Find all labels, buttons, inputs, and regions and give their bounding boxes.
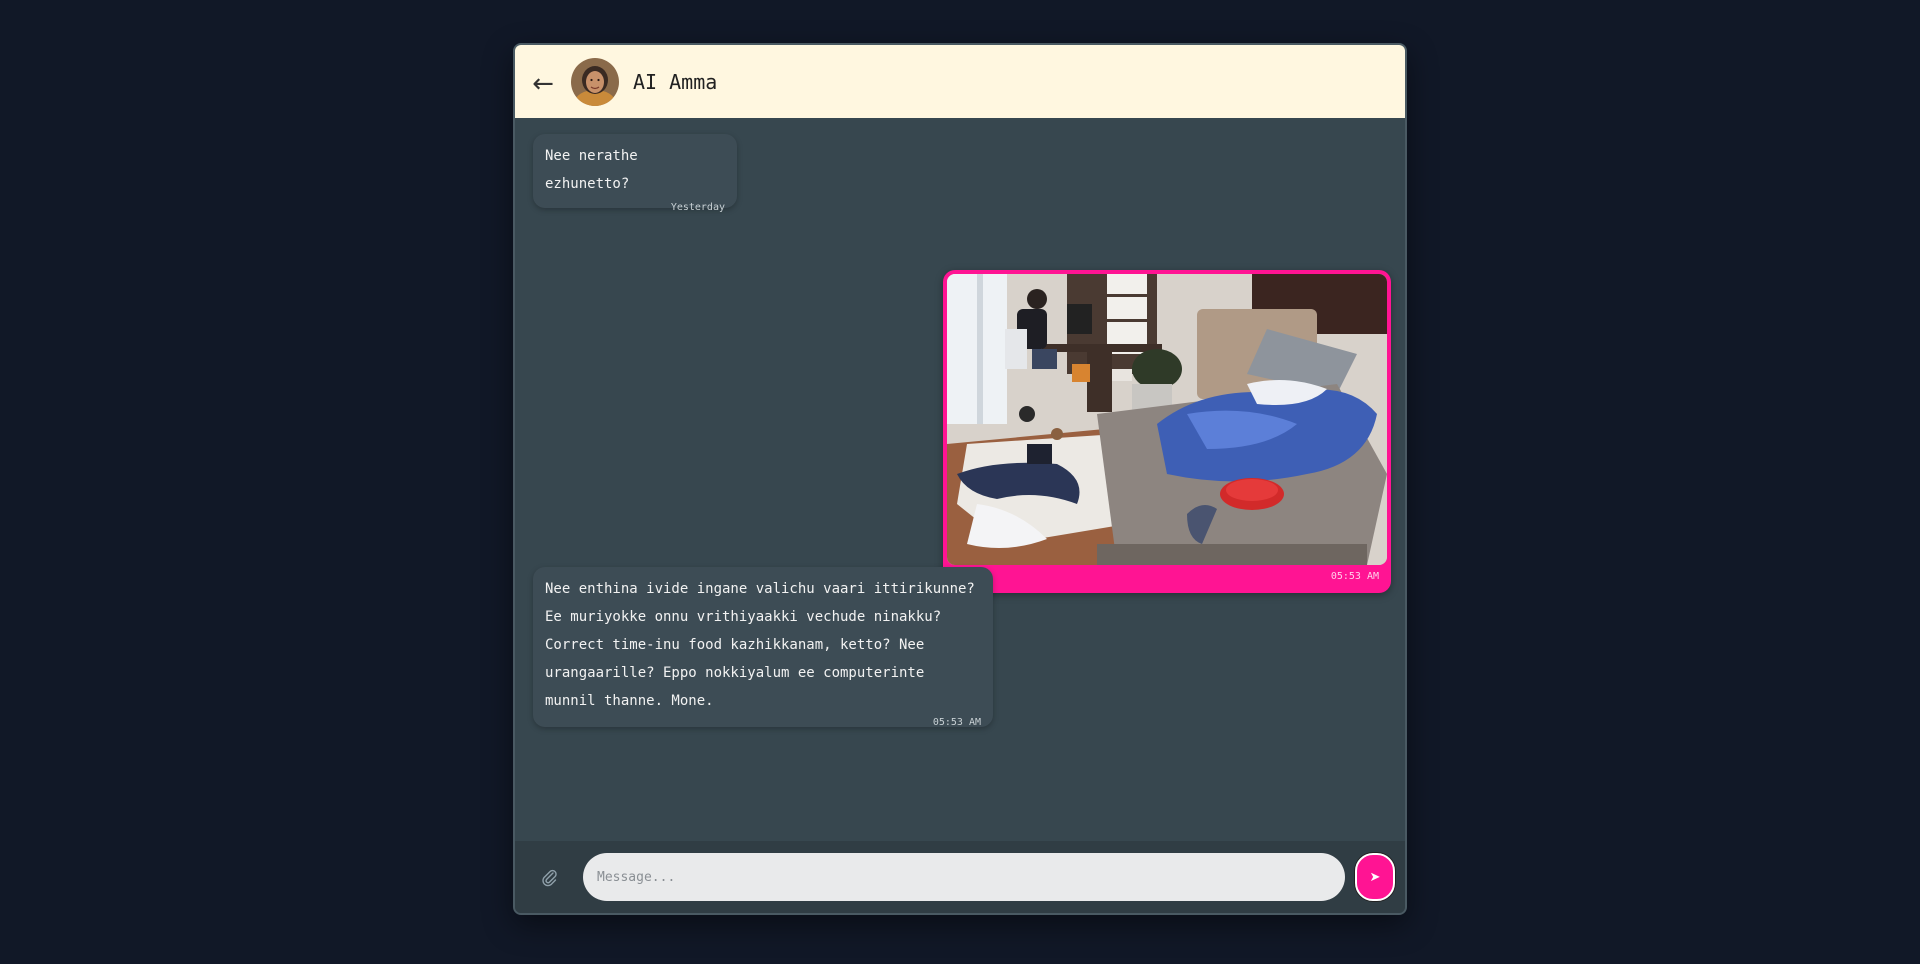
attach-button[interactable] (515, 841, 583, 913)
outgoing-image-message[interactable]: 05:53 AM (943, 270, 1391, 593)
incoming-message: Nee enthina ivide ingane valichu vaari i… (533, 567, 993, 728)
message-text: Nee nerathe ezhunetto? (545, 148, 638, 192)
back-arrow-icon: ← (532, 68, 554, 99)
message-list: Nee nerathe ezhunetto? Yesterday 05:53 A… (515, 118, 1405, 841)
message-time: Yesterday (670, 202, 725, 213)
chat-header: ← AI Amma (515, 45, 1405, 118)
message-text: Nee enthina ivide ingane valichu vaari i… (545, 581, 975, 709)
paperclip-icon (542, 869, 557, 887)
room-photo[interactable] (947, 274, 1387, 565)
message-input[interactable] (583, 853, 1345, 901)
message-time: 05:53 AM (932, 717, 981, 728)
composer: ➤ (515, 841, 1405, 913)
message-time: 05:53 AM (1330, 571, 1379, 582)
send-icon: ➤ (1369, 869, 1381, 885)
chat-window: ← AI Amma Nee nerathe ezhunetto? Yesterd… (513, 43, 1407, 915)
avatar[interactable] (571, 57, 619, 106)
back-button[interactable]: ← (515, 45, 571, 118)
send-button[interactable]: ➤ (1355, 853, 1395, 901)
incoming-message: Nee nerathe ezhunetto? Yesterday (533, 134, 737, 213)
contact-name: AI Amma (633, 69, 718, 94)
